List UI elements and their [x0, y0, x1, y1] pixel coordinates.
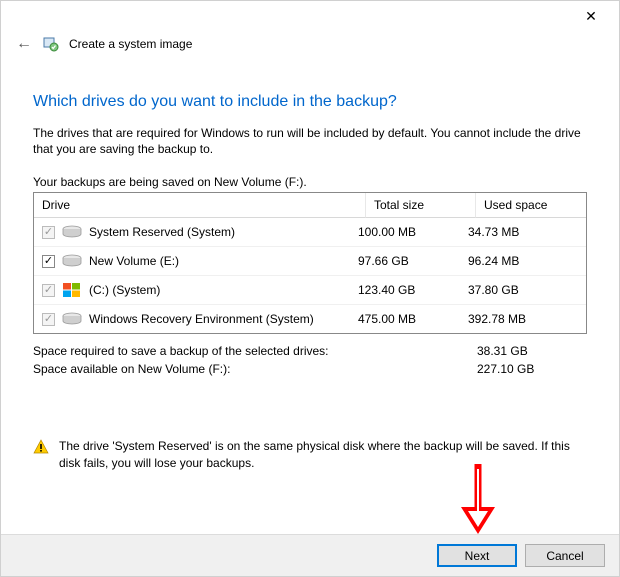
table-row[interactable]: ✓ System Reserved (System) 100.00 MB34.73 …: [34, 218, 586, 247]
wizard-header: ← Create a system image: [1, 31, 619, 65]
drive-total-size: 100.00 MB: [358, 225, 468, 239]
space-available-value: 227.10 GB: [477, 362, 587, 376]
drive-total-size: 123.40 GB: [358, 283, 468, 297]
table-row[interactable]: ✓ (C:) (System) 123.40 GB37.80 GB: [34, 276, 586, 305]
col-header-total[interactable]: Total size: [366, 193, 476, 218]
space-available-label: Space available on New Volume (F:):: [33, 362, 477, 376]
content-area: Which drives do you want to include in t…: [1, 93, 619, 471]
space-required-value: 38.31 GB: [477, 344, 587, 358]
drive-used-space: 392.78 MB: [468, 312, 578, 326]
page-description: The drives that are required for Windows…: [33, 125, 587, 157]
back-button[interactable]: ←: [15, 35, 33, 53]
space-required-label: Space required to save a backup of the s…: [33, 344, 477, 358]
table-row[interactable]: ✓ New Volume (E:) 97.66 GB96.24 MB: [34, 247, 586, 276]
drive-icon: [61, 224, 83, 240]
warning-icon: [33, 439, 49, 455]
drive-checkbox: ✓: [42, 226, 55, 239]
warning-text: The drive 'System Reserved' is on the sa…: [59, 438, 587, 470]
next-button[interactable]: Next: [437, 544, 517, 567]
save-location-text: Your backups are being saved on New Volu…: [33, 175, 587, 189]
close-button[interactable]: ✕: [571, 2, 611, 30]
col-header-drive[interactable]: Drive: [34, 193, 366, 218]
drive-icon: [61, 311, 83, 327]
drive-total-size: 475.00 MB: [358, 312, 468, 326]
titlebar: ✕: [1, 1, 619, 31]
warning-panel: The drive 'System Reserved' is on the sa…: [33, 438, 587, 470]
drive-label: New Volume (E:): [89, 254, 179, 268]
drive-checkbox[interactable]: ✓: [42, 255, 55, 268]
drive-used-space: 34.73 MB: [468, 225, 578, 239]
drive-table: Drive Total size Used space ✓ System Rese…: [33, 192, 587, 334]
cancel-button[interactable]: Cancel: [525, 544, 605, 567]
annotation-arrow: [453, 459, 503, 539]
drive-icon: [61, 282, 83, 298]
wizard-title: Create a system image: [69, 37, 192, 51]
drive-used-space: 37.80 GB: [468, 283, 578, 297]
drive-label: System Reserved (System): [89, 225, 235, 239]
summary: Space required to save a backup of the s…: [33, 342, 587, 378]
drive-label: Windows Recovery Environment (System): [89, 312, 314, 326]
wizard-footer: Next Cancel: [1, 534, 619, 576]
drive-total-size: 97.66 GB: [358, 254, 468, 268]
col-header-used[interactable]: Used space: [476, 193, 586, 218]
drive-checkbox: ✓: [42, 284, 55, 297]
app-icon: [43, 36, 59, 52]
drive-used-space: 96.24 MB: [468, 254, 578, 268]
drive-label: (C:) (System): [89, 283, 160, 297]
table-row[interactable]: ✓ Windows Recovery Environment (System) 47…: [34, 305, 586, 333]
table-header: Drive Total size Used space: [34, 193, 586, 218]
page-heading: Which drives do you want to include in t…: [33, 93, 587, 111]
drive-checkbox: ✓: [42, 313, 55, 326]
drive-icon: [61, 253, 83, 269]
